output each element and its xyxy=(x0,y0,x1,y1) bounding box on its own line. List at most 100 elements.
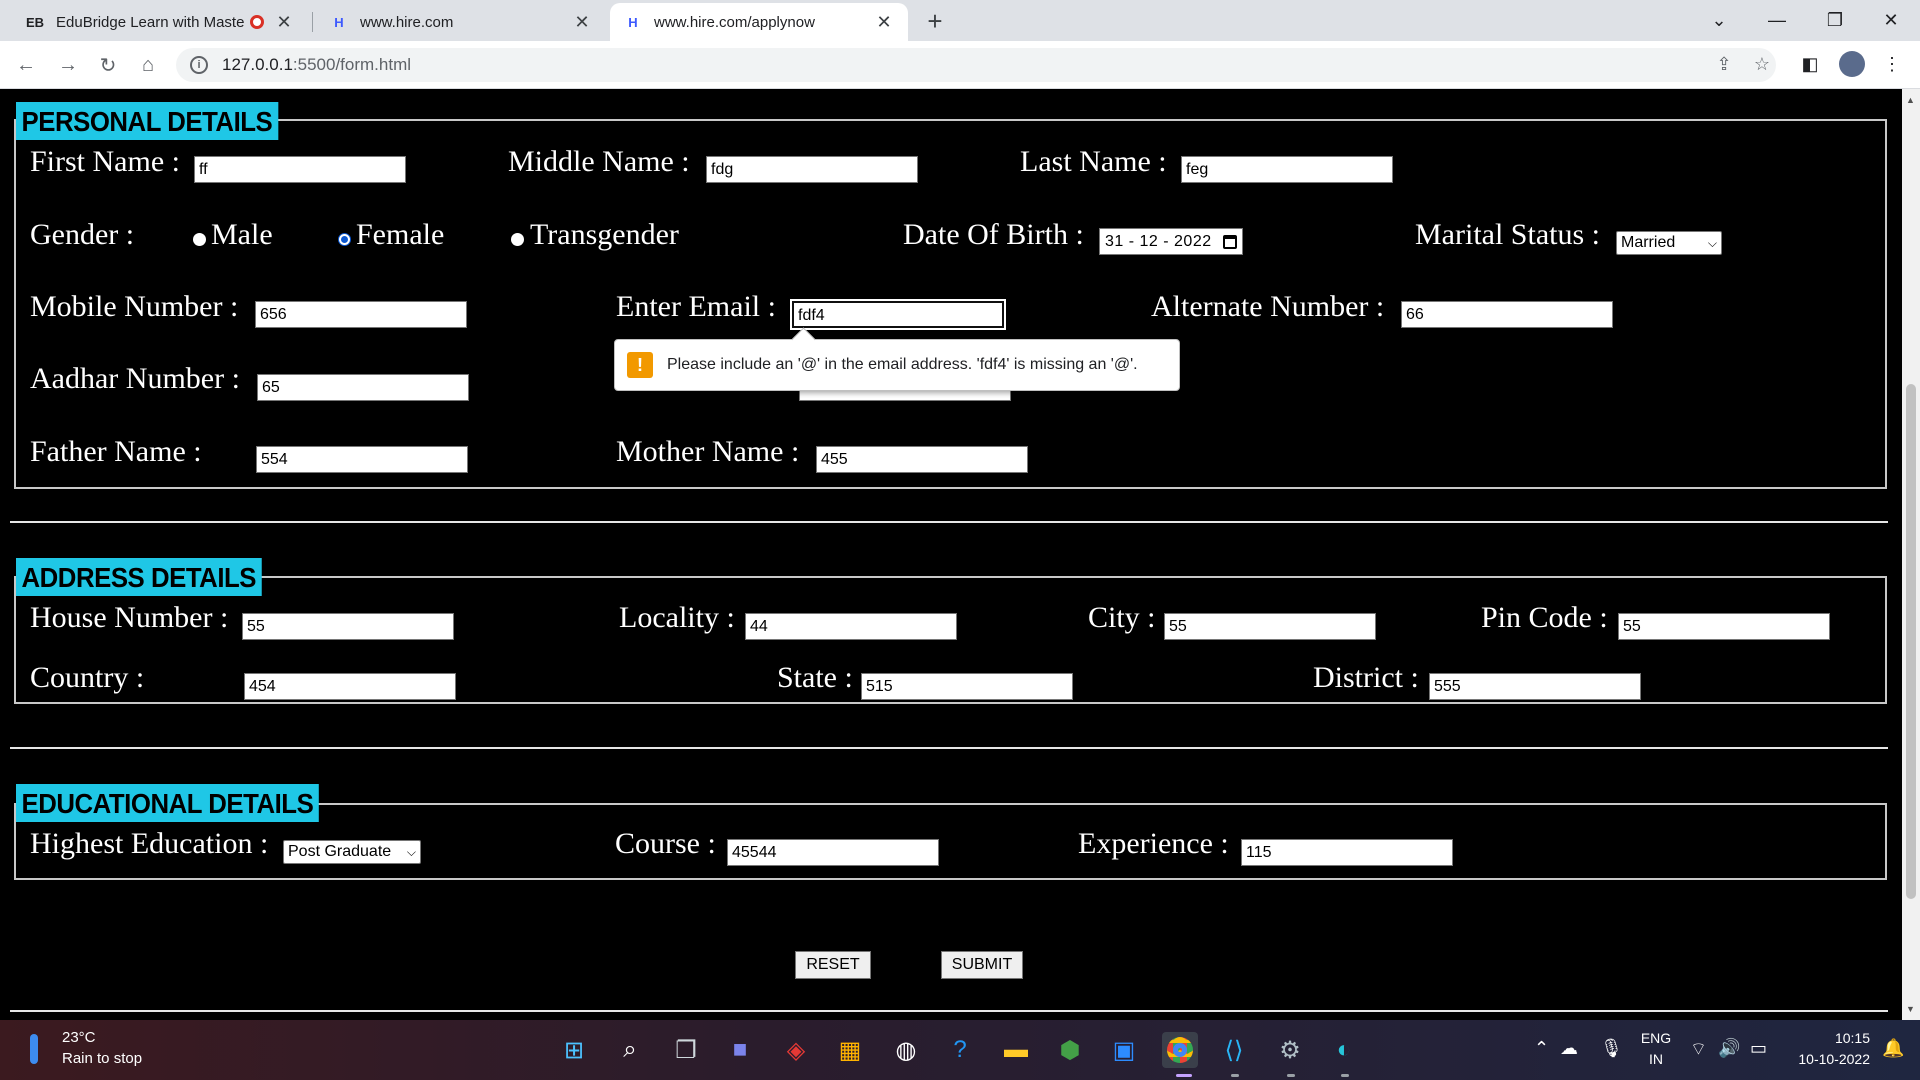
alternate-number-label: Alternate Number : xyxy=(1151,290,1385,323)
back-icon[interactable]: ← xyxy=(10,49,42,81)
minimize-icon[interactable]: — xyxy=(1748,0,1806,41)
bookmark-star-icon[interactable]: ☆ xyxy=(1748,50,1776,78)
reset-button[interactable]: RESET xyxy=(795,951,871,979)
highest-education-select[interactable]: Post Graduate ⌵ xyxy=(283,840,421,864)
share-icon[interactable]: ⇪ xyxy=(1710,50,1738,78)
gender-female-radio[interactable] xyxy=(338,233,351,246)
alternate-number-input[interactable]: 66 xyxy=(1401,301,1613,328)
clock-time[interactable]: 10:15 xyxy=(1780,1030,1870,1046)
state-label: State : xyxy=(777,661,853,694)
weather-description[interactable]: Rain to stop xyxy=(62,1050,142,1067)
clock-date[interactable]: 10-10-2022 xyxy=(1780,1051,1870,1067)
battery-icon[interactable]: ▭ xyxy=(1750,1038,1767,1059)
help-icon[interactable]: ? xyxy=(942,1032,978,1068)
volume-icon[interactable]: 🔊 xyxy=(1718,1038,1740,1059)
experience-label: Experience : xyxy=(1078,827,1229,860)
district-label: District : xyxy=(1313,661,1419,694)
page-viewport: PERSONAL DETAILS First Name : ff Middle … xyxy=(0,89,1902,1020)
onedrive-cloud-icon[interactable]: ☁ xyxy=(1560,1038,1578,1059)
middle-name-input[interactable]: fdg xyxy=(706,156,918,183)
close-tab-icon[interactable]: ✕ xyxy=(572,12,592,33)
city-label: City : xyxy=(1088,601,1156,634)
home-icon[interactable]: ⌂ xyxy=(132,49,164,81)
gender-transgender-radio[interactable] xyxy=(511,233,524,246)
edge-icon[interactable]: ◐ xyxy=(1326,1032,1362,1068)
show-hidden-icons-icon[interactable]: ⌃ xyxy=(1534,1038,1549,1059)
restore-icon[interactable]: ❐ xyxy=(1806,0,1864,41)
store-icon[interactable]: ▦ xyxy=(832,1032,868,1068)
aadhar-number-input[interactable]: 65 xyxy=(257,374,469,401)
pin-code-input[interactable]: 55 xyxy=(1618,613,1830,640)
running-app-indicator xyxy=(1231,1074,1239,1077)
scroll-down-icon[interactable]: ▼ xyxy=(1906,1004,1915,1014)
site-info-icon[interactable]: i xyxy=(190,56,208,74)
side-panel-icon[interactable]: ◧ xyxy=(1796,50,1824,78)
microphone-icon[interactable]: 🎙 xyxy=(1600,1038,1623,1059)
tab-search-icon[interactable]: ⌄ xyxy=(1690,0,1748,41)
email-input[interactable]: fdf4 xyxy=(790,299,1006,330)
first-name-input[interactable]: ff xyxy=(194,156,406,183)
pin-code-label: Pin Code : xyxy=(1481,601,1608,634)
first-name-label: First Name : xyxy=(30,145,180,178)
input-region[interactable]: IN xyxy=(1636,1051,1676,1067)
input-language[interactable]: ENG xyxy=(1636,1030,1676,1046)
new-tab-button[interactable]: + xyxy=(918,4,952,38)
city-input[interactable]: 55 xyxy=(1164,613,1376,640)
forward-icon[interactable]: → xyxy=(52,49,84,81)
close-tab-icon[interactable]: ✕ xyxy=(874,12,894,33)
windows-start-icon[interactable]: ⊞ xyxy=(556,1032,592,1068)
dob-label: Date Of Birth : xyxy=(903,218,1084,251)
submit-button[interactable]: SUBMIT xyxy=(941,951,1023,979)
calendar-icon[interactable] xyxy=(1223,234,1237,249)
dob-input[interactable]: 31 - 12 - 2022 xyxy=(1099,228,1243,255)
tab-edubridge[interactable]: EB EduBridge Learn with Master ✕ xyxy=(12,3,308,41)
menu-kebab-icon[interactable]: ⋮ xyxy=(1878,50,1906,78)
marital-status-select[interactable]: Married ⌵ xyxy=(1616,231,1722,255)
scrollbar-thumb[interactable] xyxy=(1906,384,1916,899)
chrome-icon[interactable] xyxy=(1162,1032,1198,1068)
mobile-number-input[interactable]: 656 xyxy=(255,301,467,328)
chat-icon[interactable]: ■ xyxy=(722,1032,758,1068)
tab-hire[interactable]: H www.hire.com ✕ xyxy=(316,3,606,41)
course-label: Course : xyxy=(615,827,716,860)
close-window-icon[interactable]: ✕ xyxy=(1862,0,1920,41)
wifi-icon[interactable]: ⌔ xyxy=(1690,1038,1707,1061)
gender-male-radio[interactable] xyxy=(193,233,206,246)
mcafee-icon[interactable]: ◈ xyxy=(778,1032,814,1068)
vertical-scrollbar[interactable]: ▲ ▼ xyxy=(1902,89,1920,1020)
marital-status-label: Marital Status : xyxy=(1415,218,1600,251)
district-input[interactable]: 555 xyxy=(1429,673,1641,700)
scroll-up-icon[interactable]: ▲ xyxy=(1906,95,1915,105)
file-explorer-icon[interactable]: ▬ xyxy=(998,1032,1034,1068)
weather-icon[interactable] xyxy=(30,1034,38,1064)
father-name-input[interactable]: 554 xyxy=(256,446,468,473)
reload-icon[interactable]: ↻ xyxy=(92,49,124,81)
house-number-input[interactable]: 55 xyxy=(242,613,454,640)
country-input[interactable]: 454 xyxy=(244,673,456,700)
windows-taskbar: 23°C Rain to stop ⊞ ⌕ ❐ ■ ◈ ▦ ◍ ? ▬ ⬢ ▣ … xyxy=(0,1020,1920,1080)
app-icon[interactable]: ◍ xyxy=(888,1032,924,1068)
tab-title: EduBridge Learn with Master xyxy=(56,13,244,31)
nodejs-icon[interactable]: ⬢ xyxy=(1052,1032,1088,1068)
avatar[interactable] xyxy=(1838,50,1866,78)
weather-temperature[interactable]: 23°C xyxy=(62,1029,96,1046)
tab-separator xyxy=(312,12,313,32)
active-app-indicator xyxy=(1176,1074,1192,1077)
recording-icon xyxy=(250,15,264,29)
address-bar[interactable]: i 127.0.0.1:5500/form.html xyxy=(176,48,1776,82)
close-tab-icon[interactable]: ✕ xyxy=(274,12,294,33)
task-view-icon[interactable]: ❐ xyxy=(668,1032,704,1068)
settings-gear-icon[interactable]: ⚙ xyxy=(1272,1032,1308,1068)
notification-bell-icon[interactable]: 🔔 xyxy=(1882,1038,1904,1059)
tab-hire-applynow[interactable]: H www.hire.com/applynow ✕ xyxy=(610,3,908,41)
search-icon[interactable]: ⌕ xyxy=(612,1032,648,1068)
experience-input[interactable]: 115 xyxy=(1241,839,1453,866)
mother-name-label: Mother Name : xyxy=(616,435,800,468)
vscode-icon[interactable]: ⟨⟩ xyxy=(1216,1032,1252,1068)
zoom-icon[interactable]: ▣ xyxy=(1106,1032,1142,1068)
course-input[interactable]: 45544 xyxy=(727,839,939,866)
mother-name-input[interactable]: 455 xyxy=(816,446,1028,473)
locality-input[interactable]: 44 xyxy=(745,613,957,640)
last-name-input[interactable]: feg xyxy=(1181,156,1393,183)
state-input[interactable]: 515 xyxy=(861,673,1073,700)
